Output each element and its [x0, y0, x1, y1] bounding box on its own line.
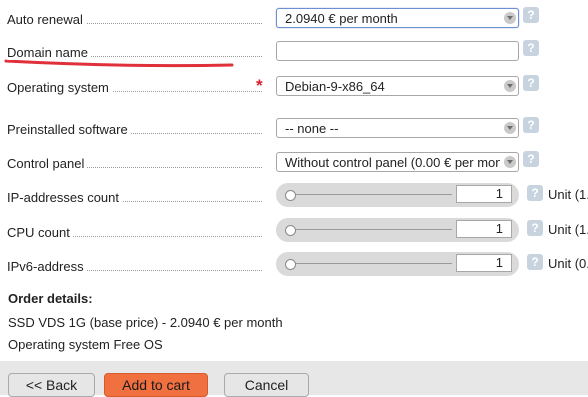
add-to-cart-button[interactable]: Add to cart — [104, 373, 208, 397]
preinstalled-software-label: Preinstalled software — [7, 122, 131, 137]
ip-addresses-slider[interactable]: 1 — [276, 183, 519, 207]
order-line: SSD VDS 1G (base price) - 2.0940 € per m… — [8, 315, 283, 330]
auto-renewal-row: Auto renewal 2.0940 € per month ? — [0, 7, 588, 32]
operating-system-label: Operating system — [7, 80, 112, 95]
cpu-count-input[interactable]: 1 — [456, 220, 512, 238]
auto-renewal-select[interactable]: 2.0940 € per month — [276, 8, 519, 28]
action-bar: << Back Add to cart Cancel — [0, 361, 588, 397]
help-icon[interactable]: ? — [523, 117, 539, 133]
ip-addresses-row: IP-addresses count 1 ? Unit (1. — [0, 183, 588, 210]
help-icon[interactable]: ? — [523, 151, 539, 167]
ipv6-address-input[interactable]: 1 — [456, 254, 512, 272]
help-icon[interactable]: ? — [523, 75, 539, 91]
red-underline-annotation — [4, 59, 234, 68]
auto-renewal-value: 2.0940 € per month — [285, 11, 398, 26]
cancel-button[interactable]: Cancel — [224, 373, 309, 397]
order-line: Operating system Free OS — [8, 337, 163, 352]
slider-track — [286, 263, 452, 264]
domain-name-input[interactable] — [276, 41, 519, 61]
help-icon[interactable]: ? — [523, 7, 539, 23]
control-panel-label: Control panel — [7, 156, 88, 171]
preinstalled-software-select[interactable]: -- none -- — [276, 118, 519, 138]
help-icon[interactable]: ? — [527, 254, 543, 270]
cpu-count-row: CPU count 1 ? Unit (1. — [0, 218, 588, 245]
unit-label: Unit (1. — [548, 222, 588, 237]
cpu-count-slider[interactable]: 1 — [276, 218, 519, 242]
help-icon[interactable]: ? — [527, 220, 543, 236]
ip-addresses-input[interactable]: 1 — [456, 185, 512, 203]
help-icon[interactable]: ? — [523, 40, 539, 56]
operating-system-value: Debian-9-x86_64 — [285, 79, 385, 94]
ip-addresses-label: IP-addresses count — [7, 190, 123, 205]
slider-handle[interactable] — [285, 225, 296, 236]
ipv6-address-row: IPv6-address 1 ? Unit (0. — [0, 252, 588, 279]
back-button[interactable]: << Back — [8, 373, 95, 397]
slider-track — [286, 194, 452, 195]
domain-name-label: Domain name — [7, 45, 91, 60]
order-details-title: Order details: — [8, 291, 93, 306]
cpu-count-label: CPU count — [7, 225, 73, 240]
ipv6-address-slider[interactable]: 1 — [276, 252, 519, 276]
chevron-down-icon[interactable] — [504, 12, 516, 24]
help-icon[interactable]: ? — [527, 185, 543, 201]
preinstalled-software-row: Preinstalled software -- none -- ? — [0, 117, 588, 142]
preinstalled-software-value: -- none -- — [285, 121, 339, 136]
slider-track — [286, 229, 452, 230]
ipv6-address-label: IPv6-address — [7, 259, 87, 274]
control-panel-row: Control panel Without control panel (0.0… — [0, 151, 588, 176]
control-panel-value: Without control panel (0.00 € per mon — [285, 155, 500, 170]
chevron-down-icon[interactable] — [504, 80, 516, 92]
unit-label: Unit (0. — [548, 256, 588, 271]
required-marker: * — [256, 76, 263, 95]
operating-system-row: Operating system * Debian-9-x86_64 ? — [0, 75, 588, 100]
slider-handle[interactable] — [285, 190, 296, 201]
control-panel-select[interactable]: Without control panel (0.00 € per mon — [276, 152, 519, 172]
operating-system-select[interactable]: Debian-9-x86_64 — [276, 76, 519, 96]
unit-label: Unit (1. — [548, 187, 588, 202]
auto-renewal-label: Auto renewal — [7, 12, 86, 27]
slider-handle[interactable] — [285, 259, 296, 270]
chevron-down-icon[interactable] — [504, 156, 516, 168]
chevron-down-icon[interactable] — [504, 122, 516, 134]
